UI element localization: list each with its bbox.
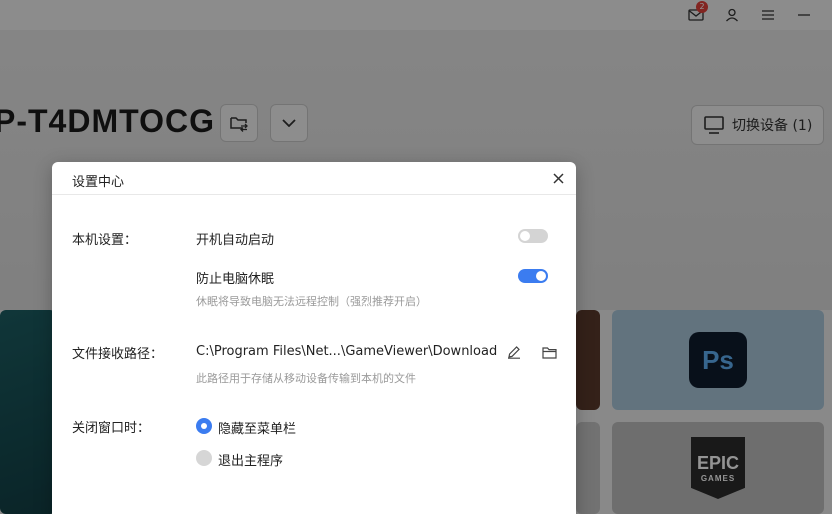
file-path-hint: 此路径用于存储从移动设备传输到本机的文件	[196, 372, 416, 385]
close-button[interactable]	[550, 170, 566, 186]
prevent-sleep-hint: 休眠将导致电脑无法远程控制（强烈推荐开启）	[196, 295, 427, 308]
settings-dialog: 设置中心 本机设置： 开机自动启动 防止电脑休眠 休眠将导致电脑无法远程控制（强…	[52, 162, 576, 514]
prevent-sleep-toggle[interactable]	[518, 269, 548, 283]
pencil-icon	[508, 346, 520, 359]
close-icon	[552, 172, 564, 184]
exit-program-label: 退出主程序	[218, 454, 284, 469]
file-path-value: C:\Program Files\Net...\GameViewer\Downl…	[196, 344, 498, 359]
local-settings-label: 本机设置：	[72, 233, 138, 248]
edit-path-button[interactable]	[506, 344, 522, 360]
open-folder-button[interactable]	[541, 344, 557, 360]
hide-to-tray-radio[interactable]	[196, 418, 212, 434]
close-window-label: 关闭窗口时：	[72, 421, 151, 436]
autostart-label: 开机自动启动	[196, 233, 275, 248]
file-path-label: 文件接收路径：	[72, 347, 164, 362]
hide-to-tray-label: 隐藏至菜单栏	[218, 422, 297, 437]
dialog-header: 设置中心	[52, 162, 576, 195]
dialog-title: 设置中心	[72, 175, 125, 190]
prevent-sleep-label: 防止电脑休眠	[196, 272, 275, 287]
autostart-toggle[interactable]	[518, 229, 548, 243]
exit-program-radio[interactable]	[196, 450, 212, 466]
folder-icon	[541, 346, 557, 359]
